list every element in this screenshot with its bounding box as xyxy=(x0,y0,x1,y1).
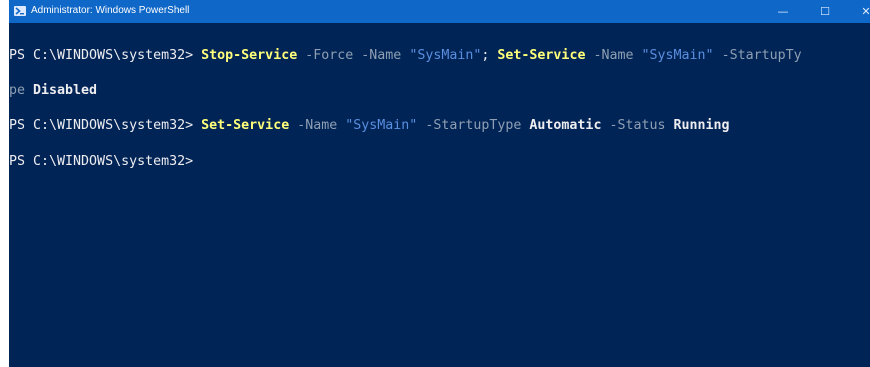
minimize-icon: — xyxy=(777,5,789,18)
console-line: PS C:\WINDOWS\system32> Set-Service -Nam… xyxy=(9,118,870,134)
window-title: Administrator: Windows PowerShell xyxy=(31,5,190,16)
prompt: PS C:\WINDOWS\system32> xyxy=(9,47,202,63)
string-argument: "SysMain" xyxy=(337,118,418,134)
cmdlet: Set-Service xyxy=(497,47,586,63)
console-output[interactable]: PS C:\WINDOWS\system32> Stop-Service -Fo… xyxy=(9,26,870,366)
parameter: -Name xyxy=(585,47,634,63)
argument-value: Running xyxy=(665,118,730,134)
string-argument: "SysMain" xyxy=(401,47,482,63)
string-argument: "SysMain" xyxy=(633,47,714,63)
parameter: -Name xyxy=(353,47,402,63)
title-bar[interactable]: Administrator: Windows PowerShell — ☐ ✕ xyxy=(9,0,870,23)
statement-separator: ; xyxy=(481,47,498,63)
maximize-icon: ☐ xyxy=(820,5,830,18)
parameter-wrap: pe xyxy=(9,82,26,98)
powershell-icon xyxy=(14,6,26,16)
minimize-button[interactable]: — xyxy=(766,0,800,23)
argument-value: Disabled xyxy=(25,82,98,98)
console-line: PS C:\WINDOWS\system32> Stop-Service -Fo… xyxy=(9,47,870,63)
cmdlet: Stop-Service xyxy=(201,47,298,63)
argument-value: Automatic xyxy=(521,118,602,134)
parameter: -StartupTy xyxy=(713,47,802,63)
console-line: pe Disabled xyxy=(9,82,870,98)
cmdlet: Set-Service xyxy=(201,118,290,134)
prompt: PS C:\WINDOWS\system32> xyxy=(9,153,194,169)
close-icon: ✕ xyxy=(861,5,870,18)
prompt: PS C:\WINDOWS\system32> xyxy=(9,118,202,134)
powershell-window: Administrator: Windows PowerShell — ☐ ✕ … xyxy=(9,0,870,367)
console-line: PS C:\WINDOWS\system32> xyxy=(9,153,870,169)
parameter: -Status xyxy=(601,118,666,134)
parameter: -Name xyxy=(289,118,338,134)
parameter: -StartupType xyxy=(417,118,522,134)
parameter: -Force xyxy=(297,47,354,63)
maximize-button[interactable]: ☐ xyxy=(808,0,842,23)
close-button[interactable]: ✕ xyxy=(851,0,870,23)
